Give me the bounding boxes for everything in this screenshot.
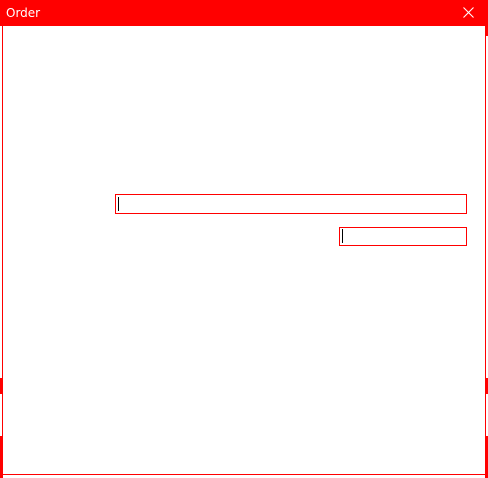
text-caret	[342, 229, 343, 243]
order-text-field[interactable]	[115, 194, 467, 214]
resize-handle-left[interactable]	[0, 378, 3, 394]
close-icon	[463, 7, 474, 18]
window-title: Order	[6, 6, 41, 20]
order-window: Order	[0, 0, 488, 478]
window-border-left	[2, 26, 3, 475]
text-caret	[118, 197, 119, 211]
window-border-right	[485, 26, 486, 475]
close-button[interactable]	[448, 0, 488, 26]
resize-handle-bottom-left[interactable]	[0, 436, 3, 478]
window-border-bottom	[2, 474, 486, 475]
title-bar[interactable]: Order	[0, 0, 488, 26]
order-short-field[interactable]	[339, 227, 467, 246]
